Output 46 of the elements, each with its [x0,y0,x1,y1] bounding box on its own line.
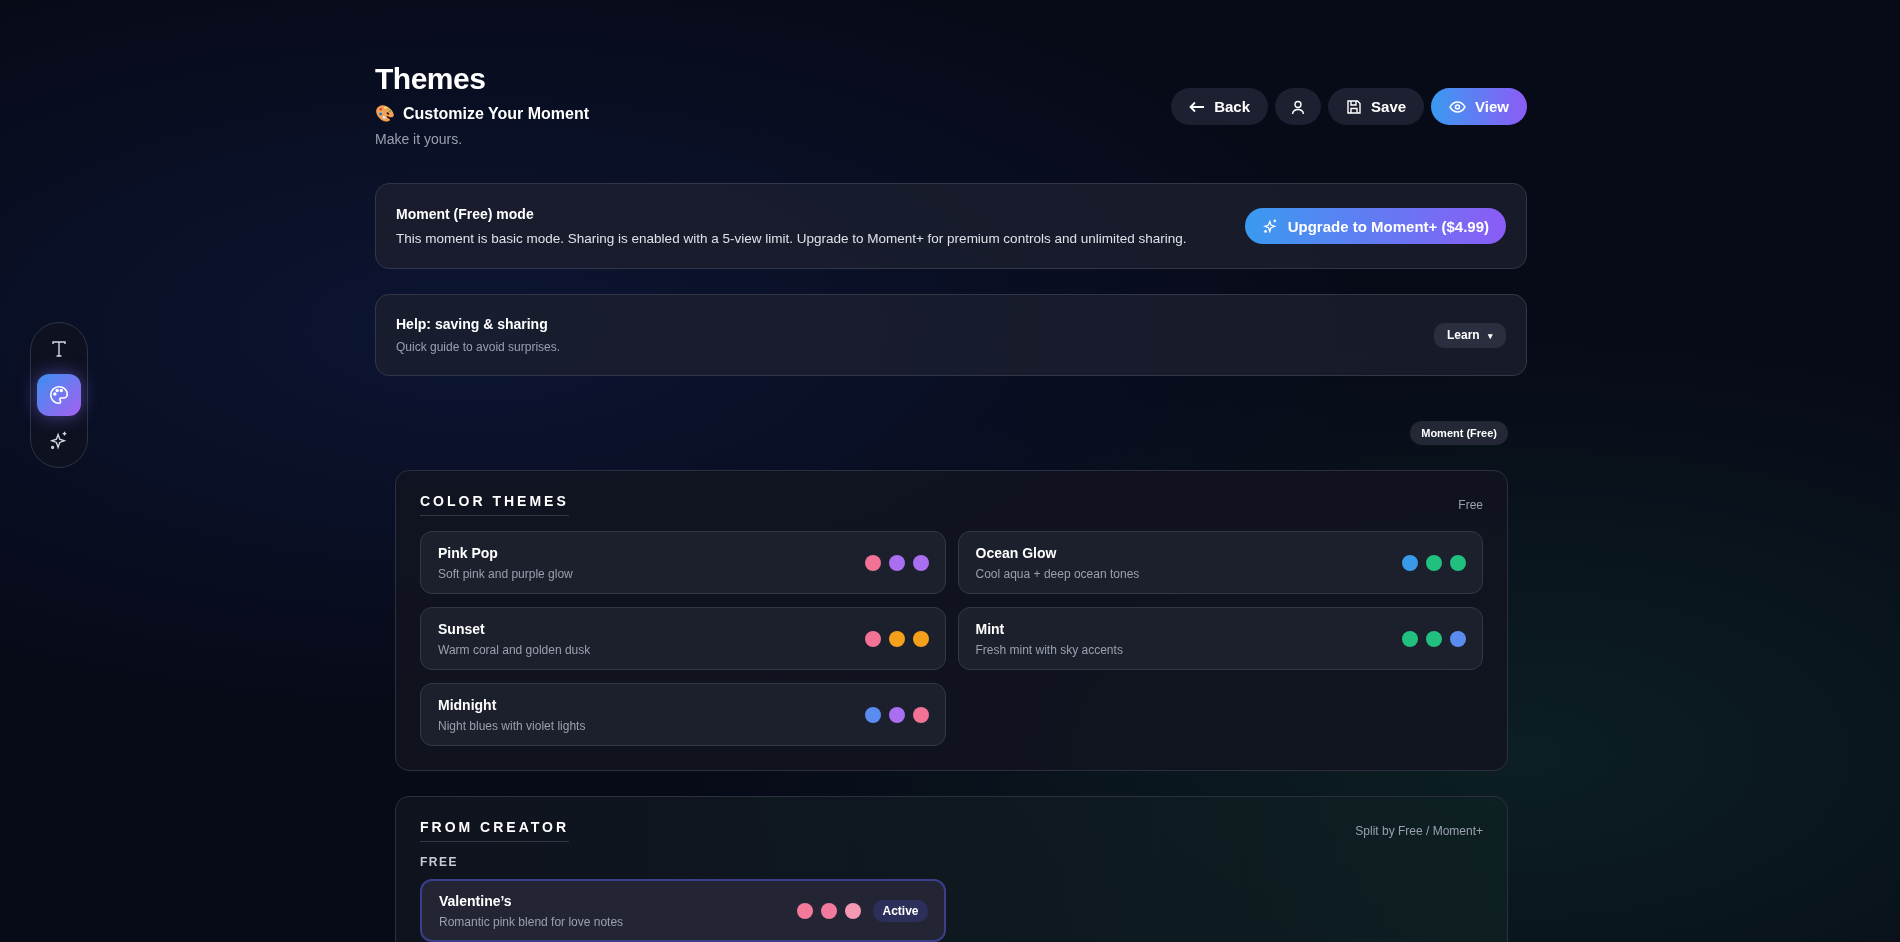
section-title: FROM CREATOR [420,819,570,842]
theme-card[interactable]: Pink Pop Soft pink and purple glow [420,531,946,594]
back-button[interactable]: Back [1171,88,1269,125]
page-title: Themes [375,62,487,96]
palette-tool-button[interactable] [37,374,81,416]
person-icon [1290,98,1307,115]
theme-description: Warm coral and golden dusk [438,642,591,657]
text-icon [49,339,69,359]
tagline: Make it yours. [375,131,464,147]
theme-description: Romantic pink blend for love notes [439,914,624,929]
save-button[interactable]: Save [1328,88,1425,125]
help-title: Help: saving & sharing [396,316,549,332]
active-badge: Active [873,899,928,922]
theme-name: Valentine’s [439,892,513,909]
theme-name: Ocean Glow [975,544,1058,561]
banner-text: This moment is basic mode. Sharing is enabled with a 5-view limit. Upgrade to Moment+ for premium controls and unlimited sharing. [396,231,1187,246]
profile-button[interactable] [1275,88,1322,125]
theme-description: Soft pink and purple glow [438,566,573,581]
theme-name: Mint [975,620,1006,637]
palette-emoji: 🎨 [375,104,395,123]
theme-card[interactable]: Mint Fresh mint with sky accents [957,607,1483,670]
theme-name: Midnight [438,696,498,713]
section-note: Split by Free / Moment+ [1355,823,1483,838]
learn-dropdown[interactable]: Learn ▾ [1434,322,1506,348]
theme-name: Sunset [438,620,486,637]
palette-icon [48,384,70,406]
theme-name: Pink Pop [438,544,499,561]
plan-badge: Moment (Free) [1410,421,1508,445]
help-text: Quick guide to avoid surprises. [396,340,561,354]
theme-card[interactable]: Sunset Warm coral and golden dusk [420,607,946,670]
group-label: FREE [420,855,459,869]
theme-card[interactable]: Ocean Glow Cool aqua + deep ocean tones [957,531,1483,594]
page-subtitle: Customize Your Moment [403,104,590,123]
arrow-left-icon [1189,100,1206,113]
section-title: COLOR THEMES [420,493,569,516]
banner-title: Moment (Free) mode [396,206,535,222]
eye-icon [1449,100,1467,113]
theme-card[interactable]: Valentine’s Romantic pink blend for love notes Active [420,879,946,942]
theme-description: Cool aqua + deep ocean tones [975,566,1140,581]
theme-description: Night blues with violet lights [438,718,586,733]
sparkle-icon [1261,217,1279,235]
section-note: Free [1458,497,1483,512]
view-button[interactable]: View [1431,88,1527,125]
theme-description: Fresh mint with sky accents [975,642,1123,657]
upgrade-button[interactable]: Upgrade to Moment+ ($4.99) [1244,208,1506,244]
theme-card[interactable]: Midnight Night blues with violet lights [420,683,946,746]
